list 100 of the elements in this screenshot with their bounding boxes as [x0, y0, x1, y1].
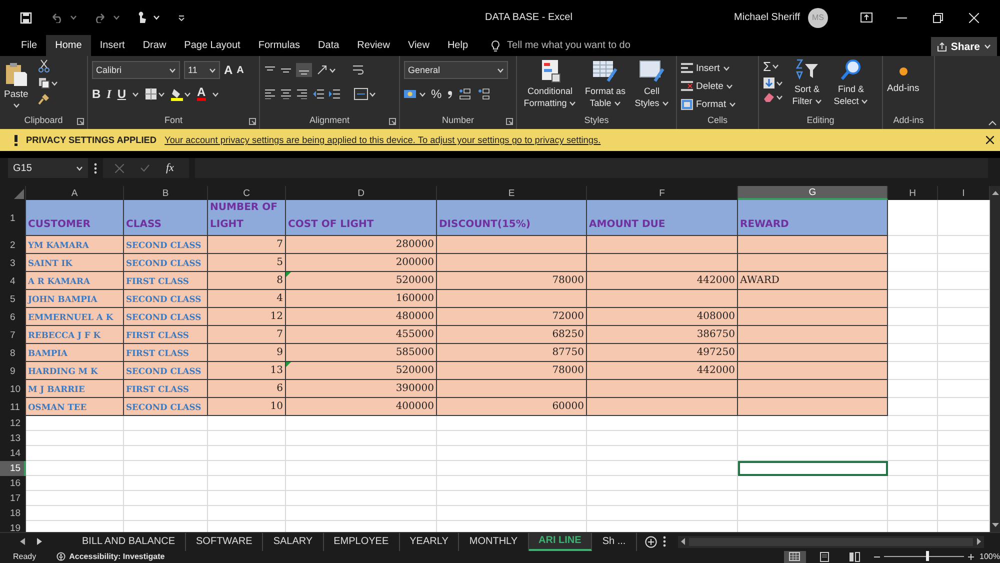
close-icon[interactable] [986, 136, 994, 144]
zoom-slider-thumb[interactable] [926, 551, 930, 561]
sheet-tab[interactable]: ARI LINE [528, 532, 592, 550]
scroll-down-icon[interactable] [992, 523, 998, 528]
align-right-icon[interactable] [296, 89, 308, 99]
ribbon-tab[interactable]: Formulas [249, 35, 310, 56]
caret-icon[interactable] [169, 68, 176, 72]
fill-color-icon[interactable] [171, 88, 184, 100]
caret-icon[interactable] [772, 64, 780, 69]
view-button[interactable] [784, 550, 806, 562]
more-options-icon[interactable] [662, 536, 666, 547]
caret-icon[interactable] [369, 92, 376, 96]
merge-center-icon[interactable] [354, 88, 368, 100]
caret-icon[interactable] [212, 92, 219, 96]
next-sheet-icon[interactable] [37, 538, 42, 545]
ribbon-display-icon[interactable] [860, 12, 872, 23]
comma-style-icon[interactable] [446, 89, 453, 99]
more-options-icon[interactable] [94, 163, 97, 174]
accessibility-icon[interactable] [56, 552, 66, 561]
conditional-formatting-button[interactable]: Conditional Formatting [521, 59, 580, 109]
borders-icon[interactable] [145, 88, 158, 100]
caret-icon[interactable] [132, 92, 140, 96]
align-left-icon[interactable] [264, 89, 276, 99]
previous-sheet-icon[interactable] [20, 538, 25, 545]
ribbon-tab[interactable]: Data [309, 35, 348, 56]
find-select-button[interactable]: Find & Select [831, 59, 871, 107]
orientation-icon[interactable] [316, 64, 328, 76]
wrap-text-icon[interactable] [352, 64, 364, 76]
font-size-field[interactable]: 11 [184, 61, 220, 79]
ribbon-tab[interactable]: File [12, 35, 46, 56]
accessibility-status[interactable]: Accessibility: Investigate [69, 552, 165, 561]
zoom-in-icon[interactable] [968, 554, 974, 560]
caret-icon[interactable] [209, 68, 216, 72]
underline-button[interactable]: U [117, 87, 126, 101]
dialog-launcher-icon[interactable] [389, 118, 396, 125]
caret-icon[interactable] [497, 68, 504, 72]
dialog-launcher-icon[interactable] [249, 118, 256, 125]
shrink-font-button[interactable]: A [236, 64, 244, 76]
caret-icon[interactable] [726, 84, 734, 88]
zoom-percent[interactable]: 100% [980, 552, 1000, 561]
caret-icon[interactable] [729, 102, 736, 106]
dialog-launcher-icon[interactable] [77, 118, 84, 125]
caret-icon[interactable] [184, 92, 192, 96]
format-painter-icon[interactable] [38, 93, 50, 105]
name-box[interactable]: G15 [8, 158, 88, 178]
horizontal-scrollbar[interactable] [678, 536, 984, 548]
format-cells-button[interactable]: Format [681, 95, 754, 113]
scroll-up-icon[interactable] [992, 190, 998, 195]
lightbulb-icon[interactable] [491, 40, 500, 52]
enter-check-icon[interactable] [140, 164, 150, 172]
cancel-icon[interactable] [115, 164, 124, 172]
caret-icon[interactable] [861, 99, 868, 104]
caret-icon[interactable] [12, 103, 20, 108]
formula-input[interactable] [195, 158, 988, 178]
caret-icon[interactable] [614, 101, 621, 106]
share-icon[interactable] [936, 42, 947, 52]
ribbon-tab[interactable]: Page Layout [175, 35, 250, 56]
vertical-scrollbar[interactable] [990, 186, 1000, 532]
percent-button[interactable]: % [431, 87, 442, 101]
increase-decimal-icon[interactable] [458, 88, 472, 100]
caret-icon[interactable] [158, 92, 166, 96]
autosum-button[interactable]: Σ [763, 59, 783, 74]
restore-icon[interactable] [933, 12, 943, 22]
caret-icon[interactable] [76, 166, 83, 170]
ribbon-tab[interactable]: Draw [134, 35, 176, 56]
scroll-right-icon[interactable] [977, 538, 981, 545]
ribbon-tab[interactable]: Review [348, 35, 399, 56]
eraser-icon[interactable] [763, 92, 775, 102]
delete-cells-button[interactable]: Delete [681, 77, 754, 95]
undo-icon[interactable] [50, 12, 64, 22]
caret-icon[interactable] [662, 101, 669, 106]
minimize-icon[interactable] [897, 16, 907, 18]
column-header[interactable]: G [738, 186, 888, 200]
number-format-field[interactable]: General [404, 61, 508, 79]
caret-icon[interactable] [814, 99, 822, 104]
increase-indent-icon[interactable] [328, 89, 340, 99]
touch-mode-icon[interactable] [136, 11, 147, 24]
insert-cells-button[interactable]: Insert [681, 59, 754, 77]
redo-icon[interactable] [93, 12, 107, 22]
scroll-left-icon[interactable] [680, 538, 685, 545]
italic-button[interactable]: I [106, 86, 112, 102]
caret-icon[interactable] [419, 92, 426, 96]
bold-button[interactable]: B [92, 87, 101, 101]
decrease-indent-icon[interactable] [312, 89, 324, 99]
paste-button[interactable]: Paste [4, 61, 28, 108]
grow-font-button[interactable]: A [224, 63, 233, 77]
caret-icon[interactable] [329, 68, 336, 72]
customize-toolbar-icon[interactable] [178, 14, 185, 20]
caret-icon[interactable] [51, 80, 58, 86]
decrease-decimal-icon[interactable] [476, 88, 491, 100]
add-ins-button[interactable]: Add-ins [887, 67, 920, 95]
caret-icon[interactable] [569, 101, 576, 106]
caret-icon[interactable] [776, 94, 783, 100]
selected-cell[interactable] [738, 461, 888, 476]
caret-icon[interactable] [722, 66, 730, 70]
ribbon-tab[interactable]: View [398, 35, 438, 56]
caret-icon[interactable] [776, 80, 783, 86]
ribbon-tab[interactable]: Home [46, 35, 91, 56]
copy-icon[interactable] [38, 77, 50, 89]
cell-styles-button[interactable]: Cell Styles [631, 59, 672, 109]
